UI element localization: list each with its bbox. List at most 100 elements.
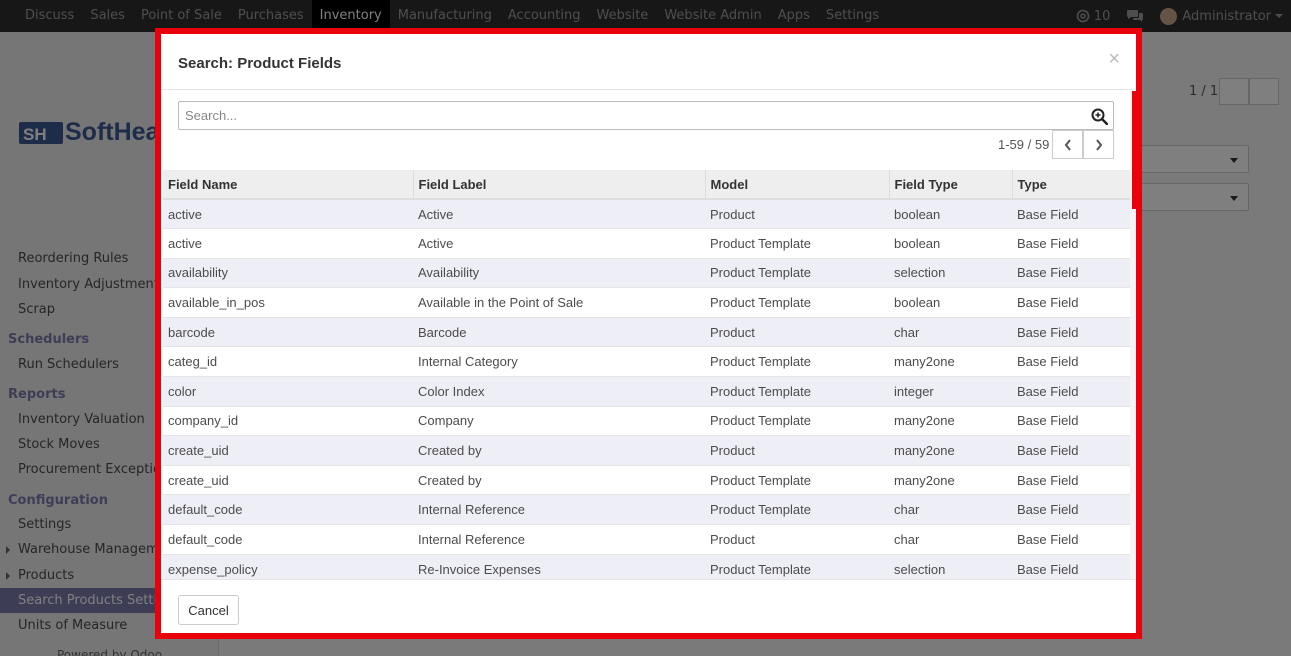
field-type-cell: boolean — [889, 198, 1012, 229]
search-fields-dialog: Search: Product Fields × 1-59 / 59 Field… — [155, 28, 1142, 639]
column-header-field-type[interactable]: Field Type — [889, 170, 1013, 200]
modal-title: Search: Product Fields — [178, 55, 342, 72]
table-body: active Active Product boolean Base Field acti… — [163, 198, 1131, 579]
table-row[interactable]: color Color Index Product Template integer B… — [163, 376, 1131, 407]
field-type-cell: many2one — [889, 435, 1012, 466]
field-label-cell: Created by — [413, 464, 705, 495]
table-row[interactable]: company_id Company Product Template many2on… — [163, 405, 1131, 436]
field-name-cell: categ_id — [163, 346, 413, 377]
table-row[interactable]: categ_id Internal Category Product Templat… — [163, 346, 1131, 377]
type-cell: Base Field — [1012, 435, 1131, 466]
field-label-cell: Created by — [413, 435, 705, 466]
type-cell: Base Field — [1012, 524, 1131, 555]
chevron-right-icon — [1095, 138, 1102, 151]
type-cell: Base Field — [1012, 553, 1131, 579]
model-cell: Product Template — [705, 257, 889, 288]
field-name-cell: create_uid — [163, 435, 413, 466]
field-type-cell: selection — [889, 553, 1012, 579]
fields-table-container[interactable]: Field Name Field Label Model Field Type Type… — [163, 170, 1131, 579]
field-label-cell: Internal Reference — [413, 494, 705, 525]
model-cell: Product — [705, 198, 889, 229]
field-type-cell: char — [889, 316, 1012, 347]
chevron-left-icon — [1064, 138, 1071, 151]
field-type-cell: many2one — [889, 405, 1012, 436]
model-cell: Product Template — [705, 376, 889, 407]
pager-next-button[interactable] — [1083, 130, 1114, 159]
column-header-model[interactable]: Model — [705, 170, 890, 200]
table-row[interactable]: create_uid Created by Product many2one Base … — [163, 435, 1131, 466]
field-label-cell: Company — [413, 405, 705, 436]
modal-footer: Cancel — [161, 579, 1136, 639]
table-row[interactable]: active Active Product boolean Base Field — [163, 198, 1131, 229]
column-header-type[interactable]: Type — [1012, 170, 1131, 200]
type-cell: Base Field — [1012, 316, 1131, 347]
model-cell: Product Template — [705, 494, 889, 525]
type-cell: Base Field — [1012, 287, 1131, 318]
field-label-cell: Active — [413, 198, 705, 229]
model-cell: Product — [705, 316, 889, 347]
model-cell: Product — [705, 524, 889, 555]
model-cell: Product Template — [705, 287, 889, 318]
model-cell: Product Template — [705, 405, 889, 436]
column-header-field-name[interactable]: Field Name — [163, 170, 414, 200]
type-cell: Base Field — [1012, 405, 1131, 436]
field-label-cell: Barcode — [413, 316, 705, 347]
field-label-cell: Availability — [413, 257, 705, 288]
table-header-row: Field Name Field Label Model Field Type Type — [163, 170, 1131, 200]
field-type-cell: char — [889, 524, 1012, 555]
field-label-cell: Color Index — [413, 376, 705, 407]
field-label-cell: Active — [413, 228, 705, 259]
field-type-cell: integer — [889, 376, 1012, 407]
table-row[interactable]: default_code Internal Reference Product cha… — [163, 524, 1131, 555]
field-type-cell: boolean — [889, 228, 1012, 259]
model-cell: Product Template — [705, 553, 889, 579]
table-row[interactable]: availability Availability Product Template… — [163, 257, 1131, 288]
pager-previous-button[interactable] — [1052, 130, 1083, 159]
modal-body: 1-59 / 59 Field NameField LabelModelFiel… — [161, 91, 1136, 579]
search-input[interactable] — [179, 102, 1084, 129]
scrollbar-thumb[interactable] — [1132, 91, 1136, 209]
close-icon[interactable]: × — [1108, 49, 1120, 69]
type-cell: Base Field — [1012, 494, 1131, 525]
field-name-cell: active — [163, 198, 413, 229]
field-label-cell: Internal Reference — [413, 524, 705, 555]
field-type-cell: char — [889, 494, 1012, 525]
type-cell: Base Field — [1012, 464, 1131, 495]
search-icon[interactable] — [1091, 108, 1108, 125]
field-name-cell: company_id — [163, 405, 413, 436]
modal-header: Search: Product Fields × — [161, 34, 1136, 90]
field-name-cell: expense_policy — [163, 553, 413, 579]
pager-value[interactable]: 1-59 / 59 — [998, 137, 1049, 152]
column-header-field-label[interactable]: Field Label — [413, 170, 706, 200]
field-name-cell: default_code — [163, 524, 413, 555]
cancel-button[interactable]: Cancel — [178, 595, 239, 625]
search-box — [178, 101, 1114, 130]
field-type-cell: boolean — [889, 287, 1012, 318]
model-cell: Product — [705, 435, 889, 466]
field-name-cell: available_in_pos — [163, 287, 413, 318]
field-type-cell: many2one — [889, 346, 1012, 377]
field-type-cell: many2one — [889, 464, 1012, 495]
table-row[interactable]: expense_policy Re-Invoice Expenses Product… — [163, 553, 1131, 579]
field-name-cell: create_uid — [163, 464, 413, 495]
table-row[interactable]: barcode Barcode Product char Base Field — [163, 316, 1131, 347]
field-name-cell: color — [163, 376, 413, 407]
type-cell: Base Field — [1012, 376, 1131, 407]
table-row[interactable]: create_uid Created by Product Template many… — [163, 464, 1131, 495]
type-cell: Base Field — [1012, 346, 1131, 377]
table-row[interactable]: available_in_pos Available in the Point o… — [163, 287, 1131, 318]
field-name-cell: availability — [163, 257, 413, 288]
field-type-cell: selection — [889, 257, 1012, 288]
field-name-cell: active — [163, 228, 413, 259]
model-cell: Product Template — [705, 228, 889, 259]
model-cell: Product Template — [705, 464, 889, 495]
type-cell: Base Field — [1012, 257, 1131, 288]
type-cell: Base Field — [1012, 198, 1131, 229]
field-name-cell: barcode — [163, 316, 413, 347]
field-label-cell: Internal Category — [413, 346, 705, 377]
model-cell: Product Template — [705, 346, 889, 377]
fields-table: Field Name Field Label Model Field Type Type… — [163, 170, 1131, 579]
table-row[interactable]: default_code Internal Reference Product Te… — [163, 494, 1131, 525]
field-label-cell: Re-Invoice Expenses — [413, 553, 705, 579]
table-row[interactable]: active Active Product Template boolean Base … — [163, 228, 1131, 259]
